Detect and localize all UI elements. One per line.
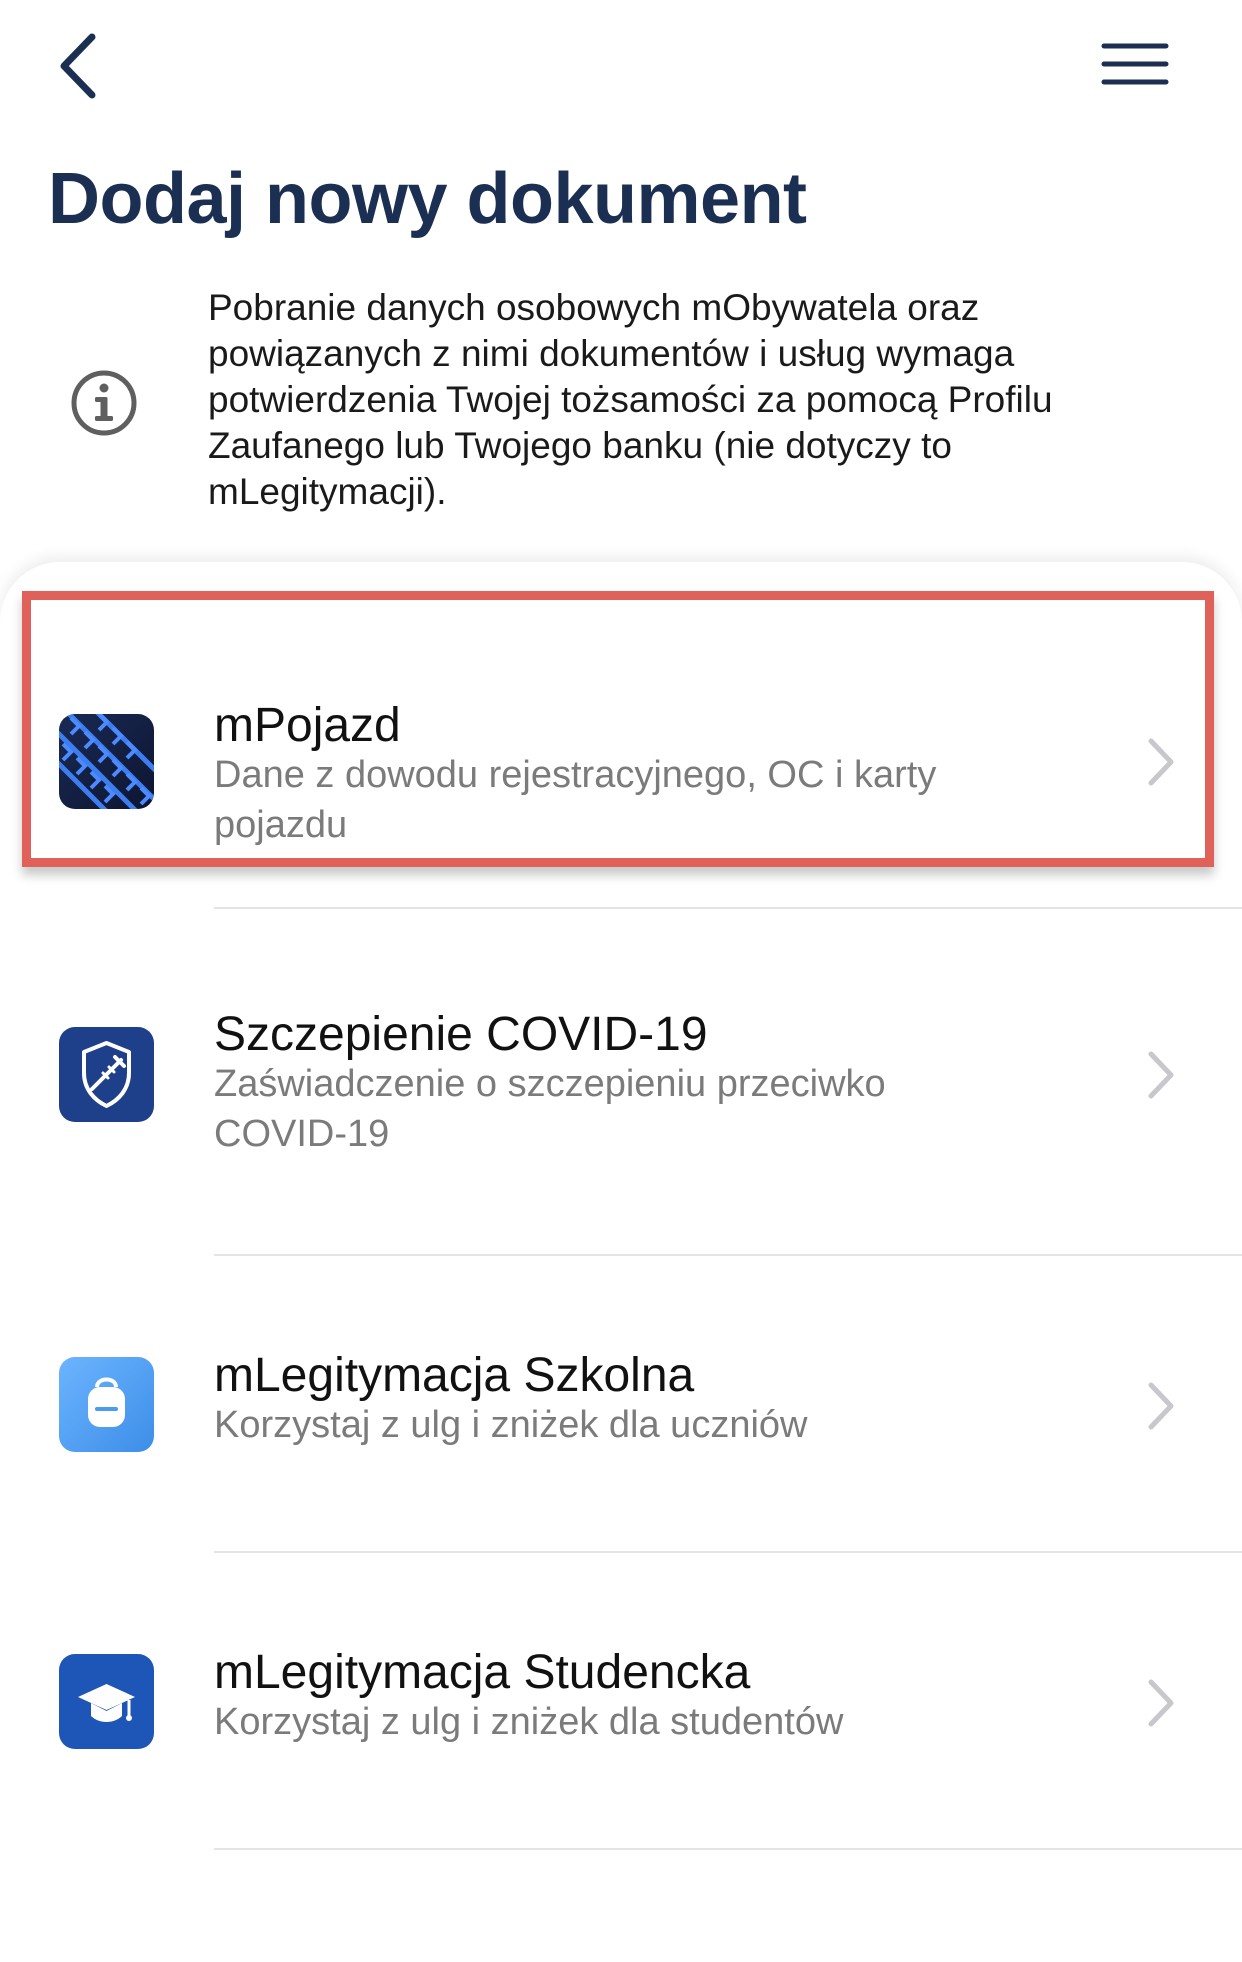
documents-sheet: mPojazd Dane z dowodu rejestracyjnego, O… (0, 562, 1242, 1962)
list-item-covid[interactable]: Szczepienie COVID-19 Zaświadczenie o szc… (0, 909, 1242, 1254)
vaccine-shield-icon (59, 1027, 154, 1122)
backpack-icon (59, 1357, 154, 1452)
back-button[interactable] (46, 28, 110, 104)
top-bar (0, 0, 1242, 130)
divider (214, 1848, 1242, 1850)
info-text: Pobranie danych osobowych mObywatela ora… (208, 287, 1053, 512)
graduation-cap-icon (59, 1654, 154, 1749)
hamburger-menu-icon (1101, 43, 1169, 85)
mpojazd-tire-icon (59, 714, 154, 809)
info-circle-icon (71, 370, 137, 436)
item-name: Szczepienie COVID-19 (214, 1008, 708, 1061)
list-item-mlegitymacja-studencka[interactable]: mLegitymacja Studencka Korzystaj z ulg i… (0, 1553, 1242, 1848)
item-name: mPojazd (214, 699, 401, 752)
item-name: mLegitymacja Szkolna (214, 1349, 695, 1402)
chevron-right-icon (1148, 1382, 1174, 1430)
list-item-mlegitymacja-szkolna[interactable]: mLegitymacja Szkolna Korzystaj z ulg i z… (0, 1256, 1242, 1551)
chevron-left-icon (60, 33, 96, 99)
item-name: mLegitymacja Studencka (214, 1646, 751, 1699)
chevron-right-icon (1148, 1051, 1174, 1099)
list-item-mpojazd[interactable]: mPojazd Dane z dowodu rejestracyjnego, O… (0, 602, 1242, 897)
chevron-right-icon (1148, 1679, 1174, 1727)
page-title: Dodaj nowy dokument (48, 159, 807, 239)
item-description: Zaświadczenie o szczepieniu przeciwko CO… (214, 1063, 886, 1155)
menu-button[interactable] (1096, 36, 1174, 92)
chevron-right-icon (1148, 738, 1174, 786)
item-description: Dane z dowodu rejestracyjnego, OC i kart… (214, 754, 937, 846)
item-description: Korzystaj z ulg i zniżek dla uczniów (214, 1404, 808, 1446)
item-description: Korzystaj z ulg i zniżek dla studentów (214, 1701, 844, 1743)
